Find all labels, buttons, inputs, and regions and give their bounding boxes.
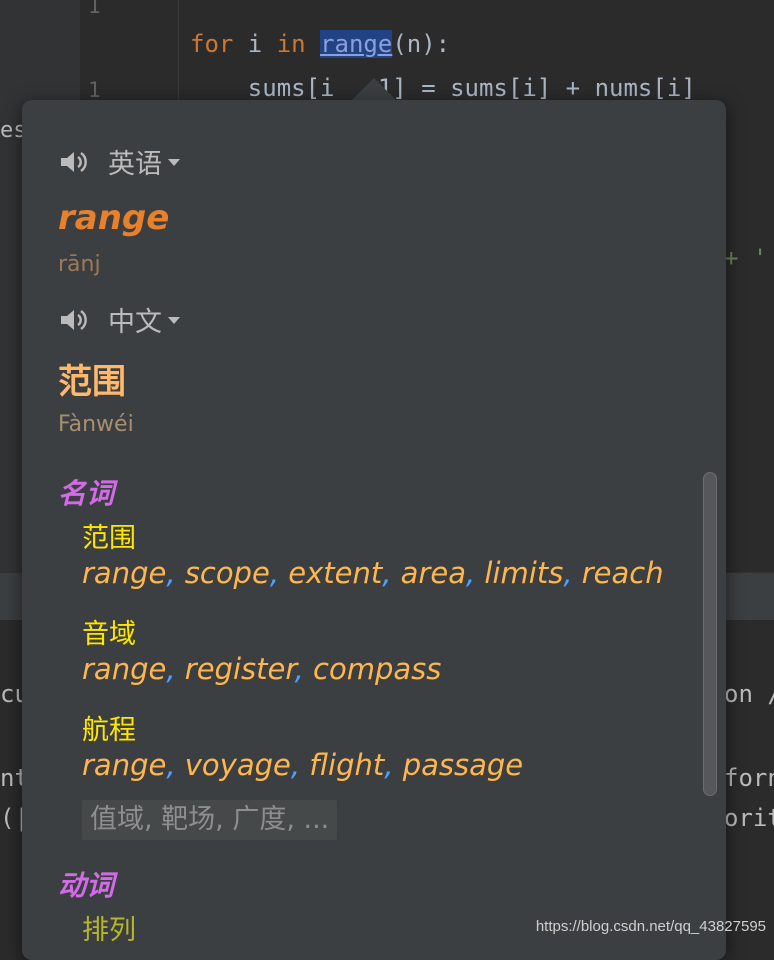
synonym-separator: , — [384, 748, 403, 782]
pinyin: Fànwéi — [58, 412, 134, 437]
synonym-separator: , — [166, 748, 185, 782]
line-number: 1 — [88, 78, 101, 102]
synonym-separator: , — [269, 556, 289, 590]
console-text: orit — [724, 804, 774, 832]
scrollbar-thumb[interactable] — [703, 472, 717, 796]
synonym-word[interactable]: area — [401, 556, 466, 590]
more-meanings-chip[interactable]: 值域, 靶场, 广度, ... — [82, 800, 338, 840]
speaker-icon[interactable] — [58, 147, 88, 177]
code-args: (n): — [392, 30, 451, 58]
part-of-speech-verb: 动词 — [58, 869, 115, 902]
synonym-word[interactable]: voyage — [185, 748, 291, 782]
sense-heading: 航程 — [82, 715, 136, 746]
synonym-word[interactable]: range — [82, 652, 166, 686]
popup-pointer — [352, 78, 396, 100]
synonym-separator: , — [166, 556, 185, 590]
source-word: range — [58, 198, 170, 238]
synonym-separator: , — [294, 652, 314, 686]
sense-heading: 排列 — [82, 915, 136, 946]
synonym-word[interactable]: range — [82, 556, 166, 590]
synonym-word[interactable]: extent — [288, 556, 382, 590]
synonym-word[interactable]: scope — [185, 556, 270, 590]
synonym-word[interactable]: register — [185, 652, 295, 686]
sense-heading: 音域 — [82, 619, 136, 650]
synonym-separator: , — [465, 556, 485, 590]
synonym-word[interactable]: limits — [484, 556, 563, 590]
synonym-word[interactable]: range — [82, 748, 166, 782]
dropdown-arrow-icon — [168, 317, 180, 324]
target-language-label: 中文 — [108, 307, 162, 338]
code-line-for[interactable]: for i in range(n): — [190, 30, 450, 58]
code-line-sums[interactable]: sums[i 1] = sums[i] + nums[i] — [190, 74, 696, 102]
target-language-selector[interactable]: 中文 — [58, 300, 180, 339]
source-language-label: 英语 — [108, 149, 162, 180]
code-var: i — [233, 30, 277, 58]
watermark: https://blog.csdn.net/qq_43827595 — [535, 918, 766, 935]
synonym-list: range, register, compass — [82, 652, 441, 686]
synonym-word[interactable]: reach — [582, 556, 664, 590]
console-text: forn — [724, 764, 774, 792]
keyword-in: in — [276, 30, 306, 58]
synonym-separator: , — [563, 556, 582, 590]
gutter-divider — [178, 0, 179, 100]
selected-word-range[interactable]: range — [320, 30, 393, 58]
source-language-selector[interactable]: 英语 — [58, 142, 180, 181]
keyword-for: for — [190, 30, 234, 58]
synonym-separator: , — [290, 748, 310, 782]
speaker-icon[interactable] — [58, 305, 88, 335]
sense-heading: 范围 — [82, 523, 136, 554]
part-of-speech-noun: 名词 — [58, 477, 115, 510]
translation-popup: 英语 range rānj 中文 范围 Fànwéi 名词 范围 range, … — [22, 100, 726, 960]
synonym-word[interactable]: passage — [403, 748, 523, 782]
synonym-word[interactable]: flight — [309, 748, 384, 782]
synonym-separator: , — [382, 556, 401, 590]
phonetic: rānj — [58, 252, 101, 277]
dropdown-arrow-icon — [168, 159, 180, 166]
line-number: 1 — [88, 0, 101, 18]
console-text: on / — [724, 680, 774, 708]
translation: 范围 — [58, 362, 126, 402]
synonym-separator: , — [166, 652, 185, 686]
synonym-list: range, scope, extent, area, limits, reac… — [82, 556, 664, 590]
bg-text-fragment: + ' — [724, 244, 768, 272]
synonym-list: range, voyage, flight, passage — [82, 748, 523, 782]
synonym-word[interactable]: compass — [313, 652, 441, 686]
